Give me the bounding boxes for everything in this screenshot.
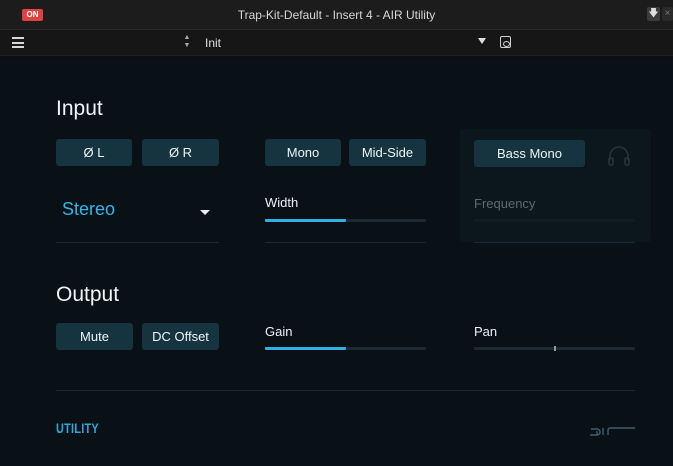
footer-divider [56, 390, 635, 391]
bass-mono-button[interactable]: Bass Mono [474, 140, 585, 167]
phase-right-button[interactable]: Ø R [142, 139, 219, 166]
preset-stepper[interactable]: ▲ ▼ [183, 34, 191, 52]
dc-offset-button[interactable]: DC Offset [142, 323, 219, 350]
stereo-mode-select[interactable]: Stereo [62, 199, 115, 220]
download-icon[interactable]: 🡇 [647, 7, 660, 21]
frequency-slider[interactable] [474, 219, 635, 222]
pan-center-marker[interactable] [553, 346, 556, 351]
phase-left-button[interactable]: Ø L [56, 139, 132, 166]
preset-dropdown-icon[interactable] [478, 38, 486, 44]
close-icon[interactable]: × [662, 7, 673, 21]
pan-slider[interactable] [474, 346, 635, 351]
preset-bar: ▲ ▼ Init [0, 30, 673, 56]
save-preset-icon[interactable] [500, 36, 511, 48]
stepper-down-icon[interactable]: ▼ [183, 42, 191, 50]
divider [265, 242, 426, 243]
divider [56, 242, 219, 243]
utility-label: UTILITY [56, 420, 99, 436]
headphones-icon[interactable] [606, 144, 632, 168]
frequency-label: Frequency [474, 196, 536, 211]
output-title: Output [56, 283, 120, 306]
air-logo-icon [590, 427, 635, 436]
width-slider-fill [265, 219, 346, 222]
mono-button[interactable]: Mono [265, 139, 341, 166]
hamburger-menu-icon[interactable] [12, 37, 24, 48]
gain-slider-fill [265, 347, 346, 350]
mute-button[interactable]: Mute [56, 323, 133, 350]
gain-label: Gain [265, 324, 293, 339]
window-title: Trap-Kit-Default - Insert 4 - AIR Utilit… [237, 8, 436, 22]
input-title: Input [56, 97, 103, 120]
title-bar: ON Trap-Kit-Default - Insert 4 - AIR Uti… [0, 0, 673, 30]
gain-slider[interactable] [265, 347, 426, 350]
width-label: Width [265, 195, 299, 210]
preset-name[interactable]: Init [205, 36, 221, 50]
stepper-up-icon[interactable]: ▲ [183, 34, 191, 42]
pan-label: Pan [474, 324, 498, 339]
divider [474, 242, 635, 243]
chevron-down-icon[interactable] [200, 210, 210, 215]
width-slider[interactable] [265, 219, 426, 222]
mid-side-button[interactable]: Mid-Side [349, 139, 426, 166]
